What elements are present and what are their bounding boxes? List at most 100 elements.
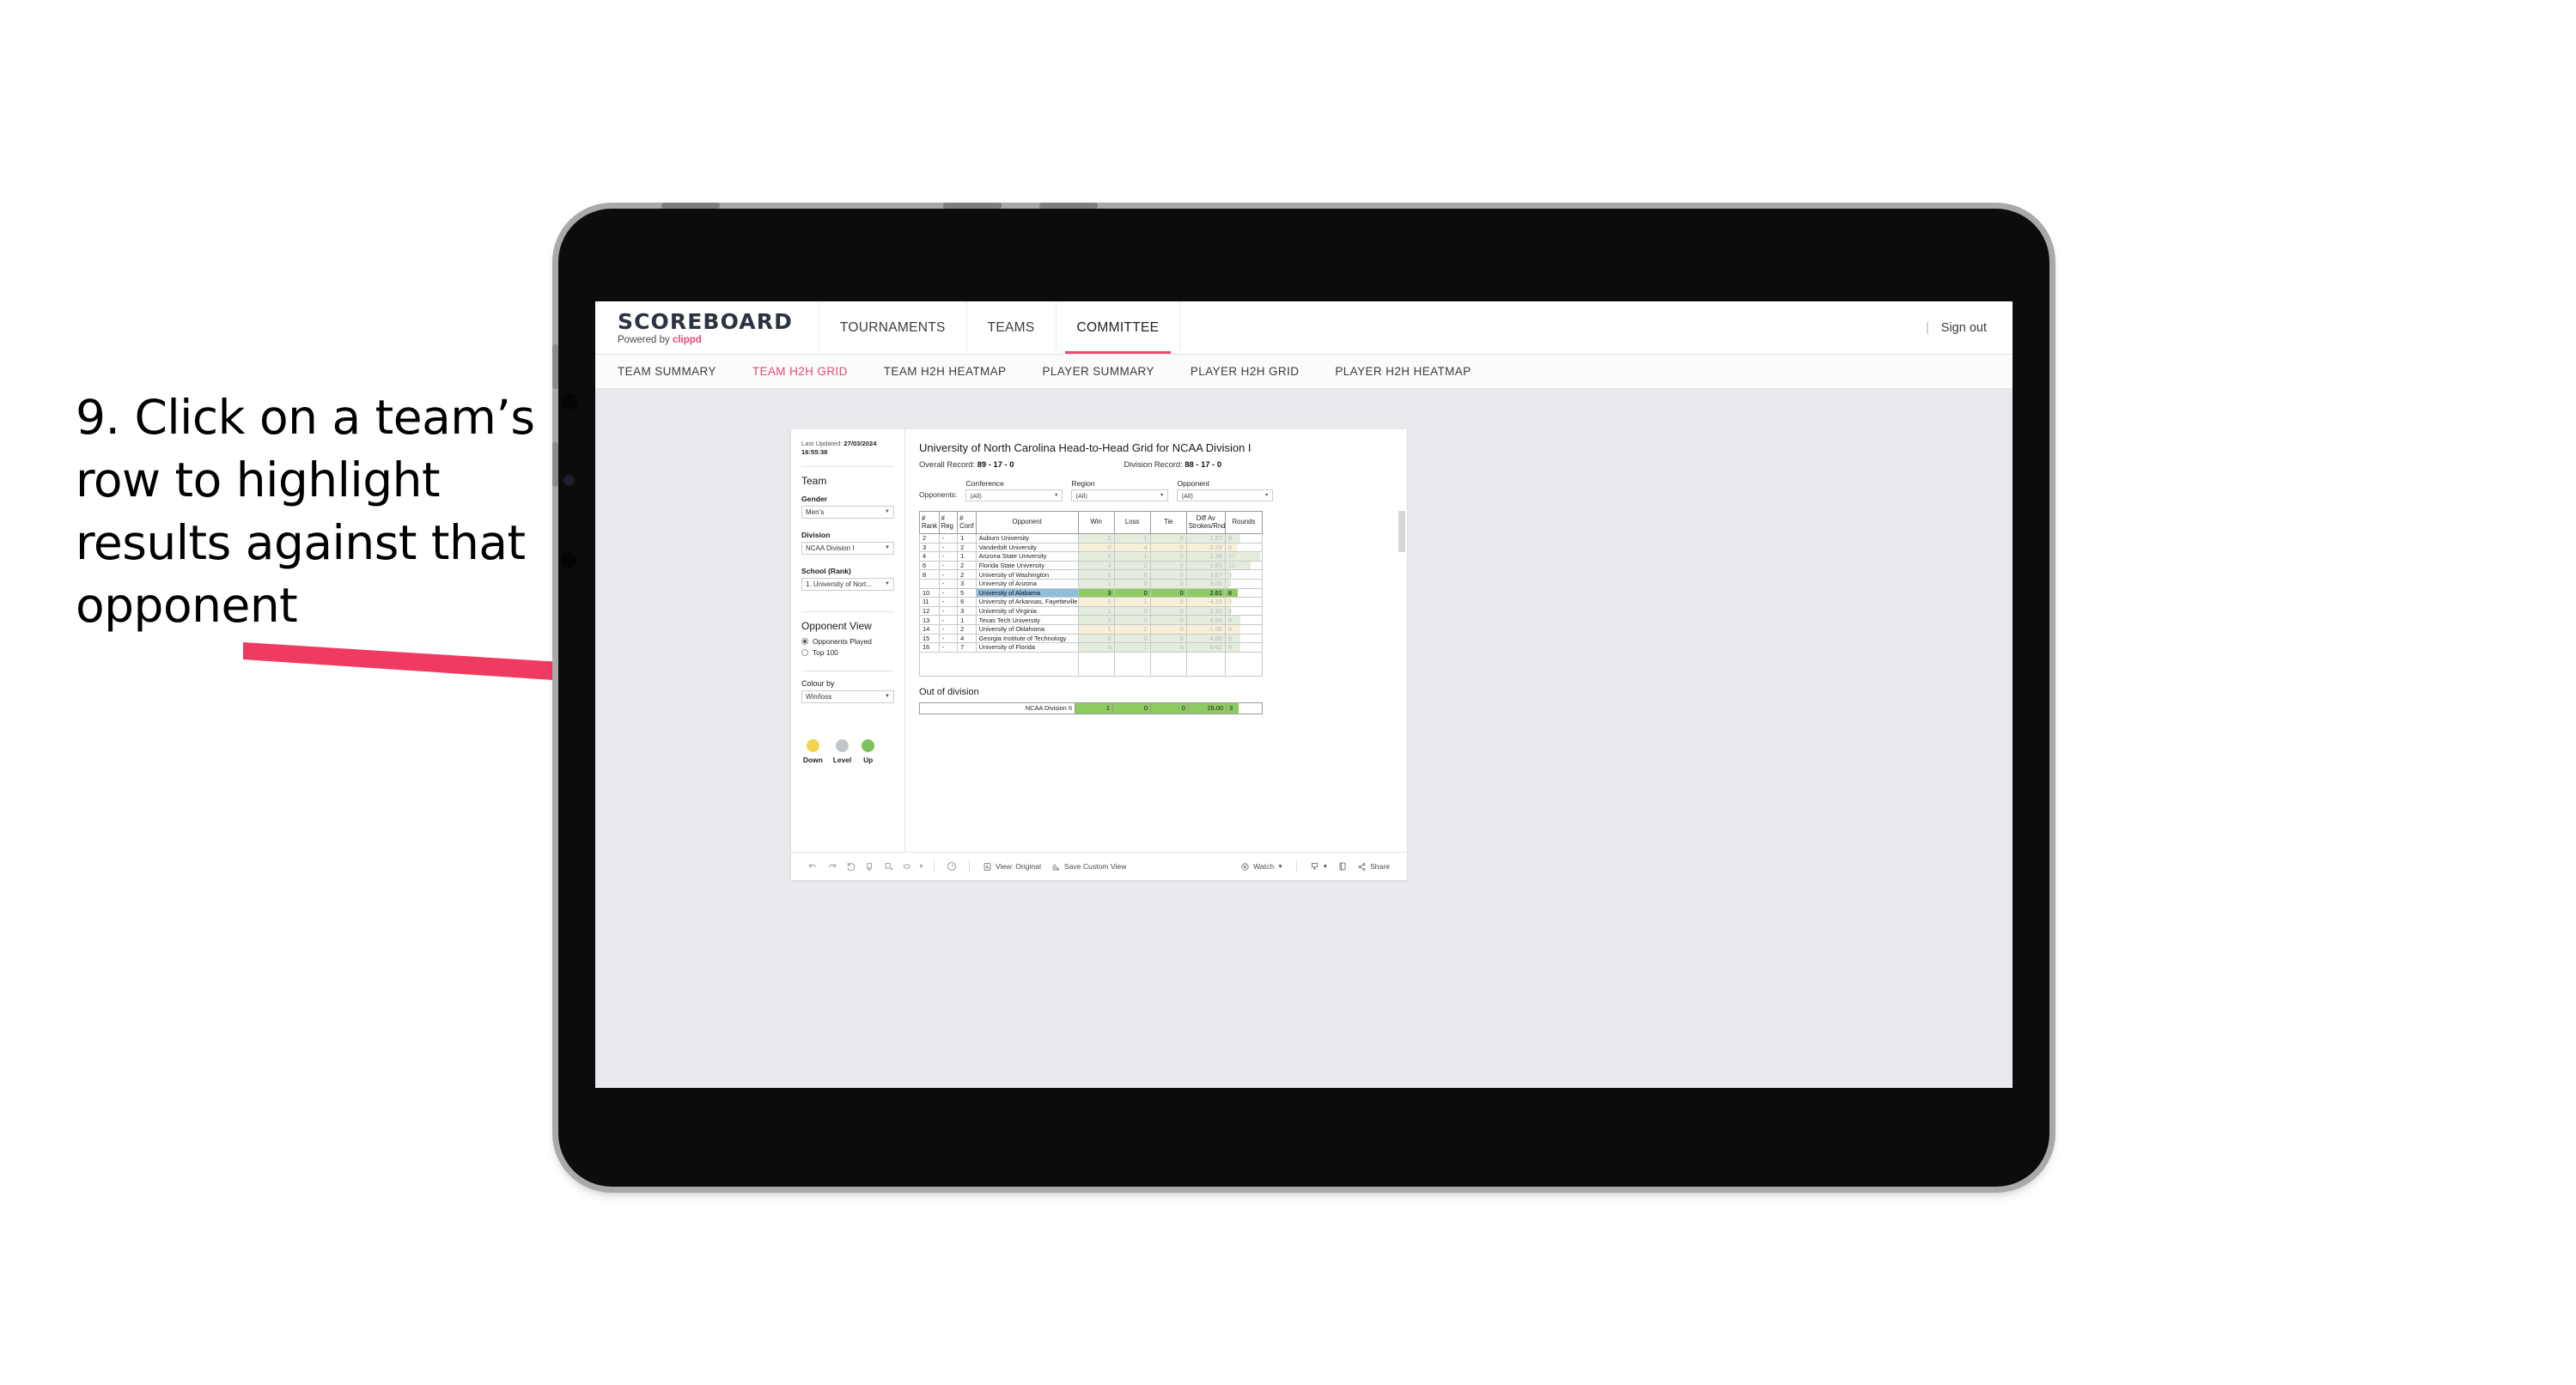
cell-loss: 4 (1113, 542, 1151, 553)
cell-win: 3 (1077, 642, 1115, 653)
cell-win: 1 (1075, 702, 1113, 714)
cell-rank: 14 (919, 623, 940, 635)
pause-data-icon[interactable] (879, 857, 898, 876)
division-record: Division Record: 88 - 17 - 0 (1124, 459, 1221, 469)
cell-rank: 10 (919, 587, 940, 598)
cell-rank: 3 (919, 542, 940, 553)
sign-out-link[interactable]: Sign out (1941, 321, 1987, 335)
pause-auto-update-icon[interactable] (942, 857, 961, 876)
cell-rank: 15 (919, 633, 940, 644)
page-title: University of North Carolina Head-to-Hea… (919, 441, 1251, 454)
legend-label-level: Level (832, 755, 852, 764)
division-select[interactable]: NCAA Division I ▼ (801, 541, 894, 555)
table-row[interactable]: 8-2 University of Washington 1 0 0 3.67 3 (919, 569, 1264, 580)
table-row[interactable]: 14-2 University of Oklahoma 1 2 0 -1.00 9 (919, 623, 1264, 635)
table-row[interactable]: 4-1 Arizona State University 5 1 0 2.28 17 (919, 551, 1264, 562)
share-button[interactable]: Share (1352, 862, 1395, 872)
cell-diff: 6.62 (1185, 642, 1226, 653)
subnav-item-player-summary[interactable]: PLAYER SUMMARY (1042, 365, 1154, 378)
gender-select[interactable]: Men’s ▼ (801, 505, 894, 519)
cell-reg: - (938, 615, 959, 625)
highlight-icon[interactable] (898, 857, 917, 876)
cell-tie: 0 (1149, 605, 1187, 617)
cell-reg: - (938, 597, 959, 607)
col-loss: Loss (1113, 511, 1151, 534)
subnav-item-team-h2h-heatmap[interactable]: TEAM H2H HEATMAP (884, 365, 1007, 378)
table-row[interactable]: 16-7 University of Florida 3 1 0 6.62 9 (919, 642, 1264, 653)
cell-reg: - (938, 642, 959, 653)
cell-rank: 11 (919, 597, 940, 607)
legend-dot-up (862, 738, 875, 752)
conference-filter-select[interactable]: (All) ▼ (965, 489, 1063, 501)
subnav-item-team-h2h-grid[interactable]: TEAM H2H GRID (752, 365, 848, 378)
subnav-item-player-h2h-grid[interactable]: PLAYER H2H GRID (1191, 365, 1300, 378)
subnav-item-team-summary[interactable]: TEAM SUMMARY (618, 365, 716, 378)
cell-reg: - (938, 605, 959, 617)
out-of-division-row[interactable]: NCAA Division II 1 0 0 26.00 3 (919, 702, 1263, 714)
opponent-view-heading: Opponent View (801, 619, 872, 632)
app-logo[interactable]: SCOREBOARD Powered by clippd (595, 301, 819, 354)
cell-opponent: Arizona State University (975, 551, 1079, 562)
chevron-down-icon: ▼ (1322, 863, 1329, 870)
col-win: Win (1077, 511, 1115, 534)
cell-tie: 0 (1149, 578, 1187, 589)
chevron-down-icon: ▼ (885, 581, 890, 586)
save-custom-view-button[interactable]: Save Custom View (1046, 862, 1131, 872)
watch-button[interactable]: Watch ▼ (1235, 862, 1288, 872)
table-row[interactable]: 2-1 Auburn University 2 1 0 1.67 9 (919, 533, 1264, 544)
cell-conf: 7 (957, 642, 977, 653)
table-row[interactable]: 3-2 Vanderbilt University 0 4 0 -2.29 8 (919, 542, 1264, 553)
cell-win: 0 (1077, 542, 1115, 553)
cell-win: 5 (1077, 551, 1115, 562)
cell-opponent: University of Arizona (975, 578, 1079, 589)
redo-icon[interactable] (822, 857, 841, 876)
cell-tie: 0 (1149, 560, 1187, 571)
view-original-button[interactable]: View: Original (977, 862, 1046, 872)
table-row[interactable]: 12-3 University of Virginia 1 0 0 2.33 3 (919, 605, 1264, 617)
cell-conf: 1 (957, 615, 977, 625)
download-button[interactable]: ▼ (1305, 861, 1333, 872)
radio-top-100[interactable]: Top 100 (801, 648, 894, 657)
table-row[interactable]: 11-6 University of Arkansas, Fayetteville… (919, 597, 1264, 607)
region-filter-value: (All) (1075, 491, 1087, 500)
chevron-down-icon[interactable]: ▼ (917, 857, 926, 876)
table-row[interactable]: -3 University of Arizona 1 0 0 9.00 2 (919, 578, 1264, 589)
nav-item-tournaments[interactable]: TOURNAMENTS (819, 301, 967, 354)
table-scrollbar[interactable] (1398, 511, 1405, 768)
cell-rank: 8 (919, 569, 940, 580)
nav-item-teams[interactable]: TEAMS (967, 301, 1057, 354)
revert-icon[interactable] (841, 857, 860, 876)
subnav-item-player-h2h-heatmap[interactable]: PLAYER H2H HEATMAP (1335, 365, 1471, 378)
cell-rounds: 3 (1226, 702, 1263, 714)
table-row[interactable]: 6-2 Florida State University 4 2 0 1.83 12 (919, 560, 1264, 571)
table-row[interactable]: 10-5 University of Alabama 3 0 0 2.61 8 (919, 587, 1264, 598)
out-of-division-heading: Out of division (919, 686, 979, 697)
opponent-filter-select[interactable]: (All) ▼ (1177, 489, 1274, 501)
cell-loss: 2 (1113, 623, 1151, 635)
col-rank: # Rank (919, 511, 940, 534)
undo-icon[interactable] (803, 857, 822, 876)
table-scrollbar-thumb[interactable] (1398, 511, 1405, 552)
device-button-top-2 (943, 203, 1002, 209)
cell-tie: 0 (1149, 542, 1187, 553)
colour-by-select[interactable]: Win/loss ▼ (801, 689, 894, 703)
h2h-table-wrapper: # Rank # Reg # Conf Opponent Win Loss Tie D… (919, 511, 1405, 677)
out-of-division-body: NCAA Division II 1 0 0 26.00 3 (919, 702, 1263, 714)
table-row[interactable]: 13-1 Texas Tech University 3 0 0 5.56 9 (919, 615, 1264, 625)
cell-conf: 3 (957, 605, 977, 617)
chevron-down-icon: ▼ (885, 509, 890, 514)
legend-dot-down (806, 738, 819, 752)
region-filter-select[interactable]: (All) ▼ (1071, 489, 1169, 501)
cell-diff: 9.00 (1185, 578, 1226, 589)
cell-win: 5 (1077, 633, 1115, 644)
nav-item-committee[interactable]: COMMITTEE (1057, 301, 1181, 354)
school-select[interactable]: 1. University of Nort... ▼ (801, 577, 894, 591)
table-row[interactable]: 15-4 Georgia Institute of Technology 5 0 0 4.… (919, 633, 1264, 644)
radio-opponents-played[interactable]: Opponents Played (801, 637, 894, 646)
logo-title: SCOREBOARD (618, 308, 793, 334)
refresh-data-icon[interactable] (860, 857, 879, 876)
legend-dot-level (836, 738, 849, 752)
panel-divider-1 (801, 465, 894, 467)
fullscreen-icon[interactable] (1333, 857, 1352, 876)
device-button-top-1 (661, 203, 720, 209)
